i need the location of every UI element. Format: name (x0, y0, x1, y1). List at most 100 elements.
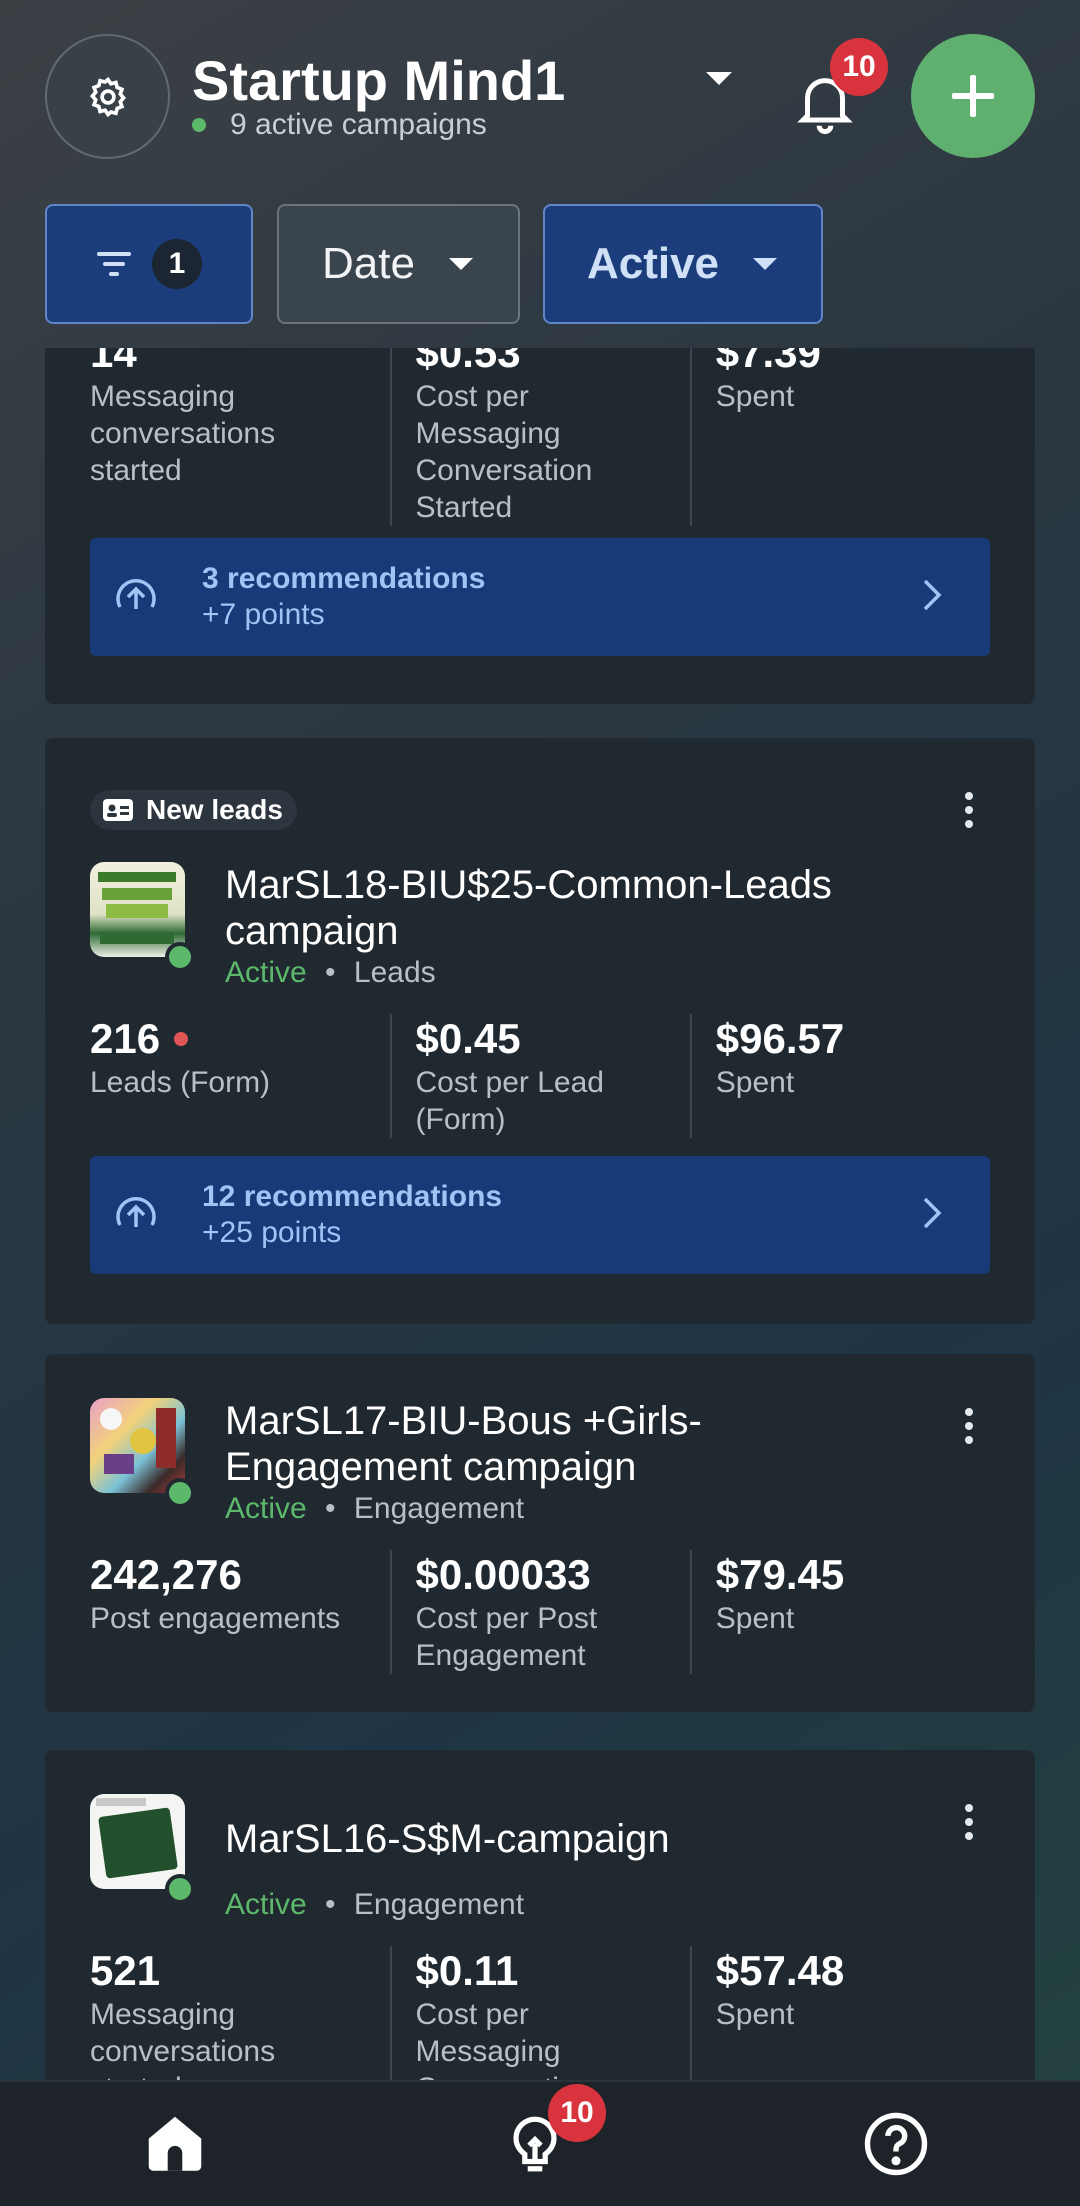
metric-label: Cost per Post Engagement (415, 1602, 598, 1672)
metric: $0.53 Cost per Messaging Conversation St… (389, 348, 690, 526)
arrow-up-circle-icon (116, 1197, 156, 1227)
campaign-card[interactable]: MarSL16-S$M-campaign Active • Engagement… (45, 1750, 1035, 2080)
metric-label: Spent (715, 1602, 795, 1635)
campaign-status: Active • Engagement (225, 1492, 525, 1525)
status-dot (165, 942, 195, 972)
metrics-row: 14 Messaging conversations started $0.53… (90, 348, 990, 526)
metrics-row: 242,276 Post engagements $0.00033 Cost p… (90, 1550, 990, 1674)
account-title[interactable]: Startup Mind1 (192, 48, 565, 113)
nav-home[interactable] (140, 2108, 220, 2188)
active-status-dot (192, 118, 206, 132)
date-filter-button[interactable]: Date (277, 204, 520, 324)
metric-value: $79.45 (715, 1551, 845, 1598)
metric: $0.00033 Cost per Post Engagement (389, 1550, 690, 1674)
more-options-button[interactable] (963, 792, 975, 834)
account-dropdown-icon[interactable] (704, 70, 734, 88)
campaign-name[interactable]: MarSL16-S$M-campaign (225, 1816, 965, 1862)
nav-help[interactable] (860, 2108, 940, 2188)
metric-value: $0.53 (415, 348, 521, 376)
new-indicator-dot (174, 1032, 189, 1046)
metric-label: Post engagements (90, 1602, 341, 1635)
metric-value: $0.00033 (415, 1551, 591, 1598)
campaign-thumbnail (90, 1794, 185, 1889)
status-filter-label: Active (586, 239, 720, 288)
metric-value: 242,276 (90, 1551, 242, 1598)
recommendations-count: 3 recommendations (202, 562, 486, 595)
more-options-button[interactable] (963, 1408, 975, 1450)
metrics-row: 216 Leads (Form) $0.45 Cost per Lead (Fo… (90, 1014, 990, 1138)
dot (965, 1408, 973, 1416)
plus-icon (952, 75, 994, 117)
metric: 216 Leads (Form) (90, 1014, 390, 1138)
metric-label: Messaging conversations started (90, 1998, 276, 2080)
campaign-name[interactable]: MarSL17-BIU-Bous +Girls-Engagement campa… (225, 1398, 845, 1490)
metric: 242,276 Post engagements (90, 1550, 390, 1674)
notification-badge: 10 (830, 38, 888, 96)
nav-insights[interactable]: 10 (500, 2084, 606, 2188)
top-bar: Startup Mind1 9 active campaigns 10 1 Da… (0, 0, 1080, 340)
home-icon (148, 2116, 202, 2171)
gear-icon (89, 76, 126, 117)
metric-value: 14 (90, 348, 137, 376)
metric: 14 Messaging conversations started (90, 348, 390, 526)
campaign-card[interactable]: MarSL17-BIU-Bous +Girls-Engagement campa… (45, 1354, 1035, 1712)
campaign-card[interactable]: 14 Messaging conversations started $0.53… (45, 348, 1035, 704)
recommendations-points: +7 points (202, 598, 325, 631)
metrics-row: 521 Messaging conversations started $0.1… (90, 1946, 990, 2080)
filter-count-badge: 1 (152, 239, 202, 289)
recommendations-count: 12 recommendations (202, 1180, 503, 1213)
chevron-down-icon (448, 258, 473, 270)
dot (965, 1804, 973, 1812)
status-text: Active (225, 1492, 307, 1525)
settings-button[interactable] (45, 34, 170, 159)
metric-value-row: 216 (90, 1014, 390, 1064)
metric: $57.48 Spent (689, 1946, 990, 2080)
recommendations-banner[interactable]: 3 recommendations +7 points (90, 538, 990, 656)
bottom-navigation: 10 (0, 2080, 1080, 2206)
status-text: Active (225, 956, 307, 989)
metric-label: Spent (715, 1998, 795, 2031)
objective-text: Engagement (353, 1492, 525, 1525)
dot (965, 792, 973, 800)
date-filter-label: Date (322, 239, 415, 288)
metric-label: Cost per Lead (Form) (415, 1066, 604, 1136)
objective-text: Leads (353, 956, 436, 989)
campaign-name[interactable]: MarSL18-BIU$25-Common-Leads campaign (225, 862, 965, 954)
metric-value: $0.45 (415, 1015, 521, 1062)
dot (965, 1832, 973, 1840)
metric-value: 521 (90, 1947, 161, 1994)
status-text: Active (225, 1888, 307, 1921)
campaign-status: Active • Engagement (225, 1888, 525, 1921)
dot (965, 820, 973, 828)
lead-card-icon (103, 799, 133, 821)
campaign-card[interactable]: New leads MarSL18-BIU$25-Common-Leads ca… (45, 738, 1035, 1324)
status-dot (165, 1874, 195, 1904)
dot (965, 1436, 973, 1444)
recommendations-banner[interactable]: 12 recommendations +25 points (90, 1156, 990, 1274)
status-dot (165, 1478, 195, 1508)
new-leads-tag: New leads (90, 790, 297, 830)
notifications-button[interactable]: 10 (790, 38, 888, 136)
dot (965, 806, 973, 814)
chevron-down-icon (753, 258, 778, 270)
metric-label: Spent (715, 1066, 795, 1099)
filter-icon (97, 252, 131, 276)
filter-button[interactable]: 1 (45, 204, 253, 324)
objective-text: Engagement (353, 1888, 525, 1921)
create-button[interactable] (911, 34, 1035, 158)
chevron-right-icon (923, 1197, 942, 1229)
campaign-list[interactable]: 14 Messaging conversations started $0.53… (0, 348, 1080, 2080)
chevron-right-icon (923, 579, 942, 611)
metric-label: Messaging conversations started (90, 380, 276, 487)
metric-label: Spent (715, 380, 795, 413)
metric-label: Cost per Messaging Conversation (415, 1998, 593, 2080)
campaign-thumbnail (90, 1398, 185, 1493)
metric: 521 Messaging conversations started (90, 1946, 390, 2080)
insights-badge: 10 (548, 2084, 606, 2142)
account-subtitle: 9 active campaigns (192, 108, 487, 142)
status-filter-button[interactable]: Active (543, 204, 823, 324)
metric-label: Leads (Form) (90, 1066, 271, 1099)
metric: $96.57 Spent (689, 1014, 990, 1138)
recommendations-points: +25 points (202, 1216, 342, 1249)
campaign-thumbnail (90, 862, 185, 957)
